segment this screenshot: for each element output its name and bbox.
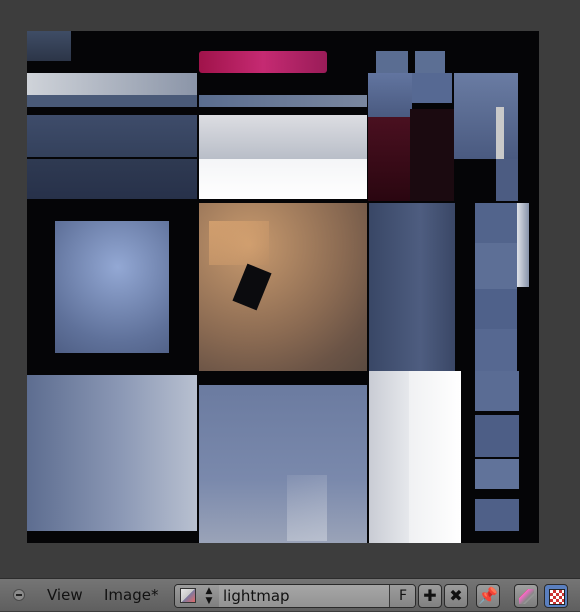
lightmap-patch (287, 475, 327, 541)
lightmap-patch (199, 95, 367, 107)
lightmap-patch (475, 499, 519, 531)
paint-mode-button[interactable] (514, 584, 538, 608)
lightmap-patch (475, 329, 517, 371)
lightmap-patch (475, 371, 519, 411)
new-image-button[interactable]: ✚ (418, 584, 442, 608)
image-menu[interactable]: Image* (104, 579, 158, 612)
image-editor-header: View Image* ▲ ▼ lightmap F ✚ ✖ 📌 (0, 578, 580, 611)
lightmap-patch (496, 107, 504, 159)
lightmap-patch (475, 459, 519, 489)
lightmap-patch (496, 159, 518, 201)
fake-user-button[interactable]: F (389, 585, 415, 607)
lightmap-patch (475, 415, 519, 457)
lightmap-patch (27, 115, 197, 157)
browse-image-button[interactable]: ▲ ▼ (175, 585, 220, 607)
lightmap-patch (368, 73, 412, 117)
view-menu[interactable]: View (47, 579, 83, 612)
lightmap-patch (27, 31, 71, 61)
lightmap-patch (369, 371, 409, 543)
lightmap-patch (369, 203, 455, 371)
unlink-image-button[interactable]: ✖ (444, 584, 468, 608)
lightmap-patch (368, 117, 410, 201)
lightmap-patch (409, 371, 461, 543)
lightmap-patch (27, 73, 197, 95)
checker-icon (549, 589, 565, 605)
image-editor-viewport[interactable] (0, 0, 580, 578)
lightmap-patch (199, 385, 367, 543)
plus-icon: ✚ (423, 586, 437, 605)
lightmap-patch (199, 159, 367, 199)
lightmap-patch (517, 203, 529, 287)
lightmap-patch (199, 51, 327, 73)
lightmap-patch (410, 109, 454, 201)
lightmap-patch (454, 73, 518, 159)
lightmap-patch (475, 243, 517, 289)
lightmap-patch (55, 221, 169, 353)
display-channels-button[interactable] (544, 584, 568, 608)
lightmap-patch (415, 51, 445, 73)
header-collapse-icon[interactable] (13, 589, 25, 601)
paint-brush-icon (519, 589, 534, 604)
lightmap-patch (199, 115, 367, 159)
lightmap-patch (27, 95, 197, 107)
image-name-field[interactable]: lightmap (219, 585, 389, 607)
x-icon: ✖ (449, 586, 463, 605)
lightmap-patch (475, 289, 517, 329)
image-datablock-selector: ▲ ▼ lightmap F (174, 584, 416, 608)
up-down-arrows-icon: ▲ ▼ (205, 586, 213, 606)
lightmap-patch (376, 51, 408, 73)
pin-icon: 📌 (478, 586, 498, 605)
lightmap-patch (475, 203, 517, 243)
pin-button[interactable]: 📌 (476, 584, 500, 608)
lightmap-patch (209, 221, 269, 265)
image-icon (180, 588, 196, 603)
lightmap-patch (27, 159, 197, 199)
lightmap-patch (27, 375, 197, 531)
lightmap-patch (412, 73, 452, 103)
lightmap-image[interactable] (27, 31, 539, 543)
